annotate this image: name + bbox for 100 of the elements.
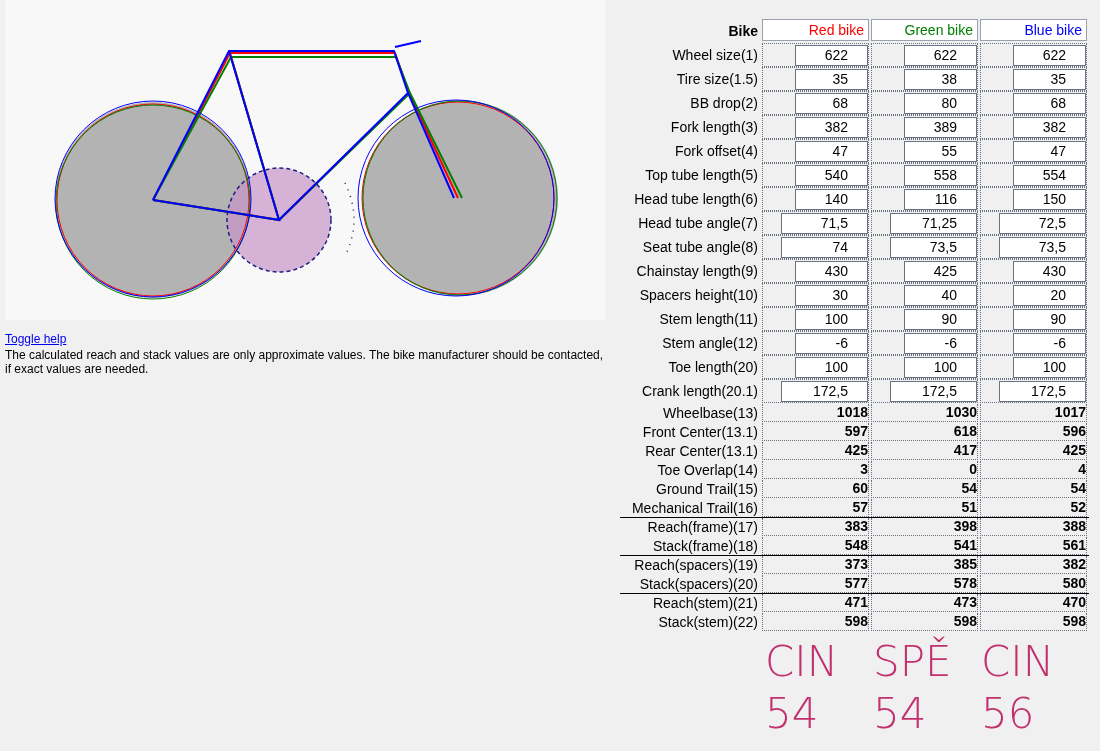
bike-name-field[interactable]: Blue bike (980, 19, 1087, 41)
value-field[interactable]: 140 (795, 188, 868, 210)
result-value: 1030 (871, 404, 978, 422)
value-field[interactable]: 35 (1013, 68, 1086, 90)
row-label: Stem length(11) (658, 309, 759, 329)
value-field[interactable]: 55 (904, 140, 977, 162)
value-field[interactable]: 47 (795, 140, 868, 162)
row-label: Toe Overlap(14) (656, 461, 759, 479)
row-label: Top tube length(5) (644, 165, 759, 185)
value-field[interactable]: 150 (1013, 188, 1086, 210)
value-field[interactable]: 382 (795, 116, 868, 138)
value-field[interactable]: 73,5 (999, 236, 1086, 258)
row-label: Head tube length(6) (633, 189, 759, 209)
row-label: Wheelbase(13) (662, 404, 759, 422)
value-field[interactable]: -6 (904, 332, 977, 354)
toggle-help-link[interactable]: Toggle help (5, 330, 67, 348)
row-label: Reach(spacers)(19) (633, 556, 759, 574)
value-field[interactable]: 38 (904, 68, 977, 90)
value-field[interactable]: 47 (1013, 140, 1086, 162)
value-field[interactable]: 425 (904, 260, 977, 282)
value-field[interactable]: 558 (904, 164, 977, 186)
value-field[interactable]: 430 (1013, 260, 1086, 282)
result-value: 580 (980, 575, 1087, 593)
result-value: 561 (980, 537, 1087, 555)
value-field[interactable]: 90 (1013, 308, 1086, 330)
result-value: 54 (871, 480, 978, 498)
result-value: 618 (871, 423, 978, 441)
row-label: Rear Center(13.1) (644, 442, 759, 460)
row-label: Fork length(3) (669, 117, 759, 137)
handwritten-note: 54 (765, 689, 820, 739)
value-field[interactable]: 622 (1013, 44, 1086, 66)
result-value: 382 (980, 556, 1087, 574)
result-value: 1018 (762, 404, 869, 422)
row-label: Stem angle(12) (661, 333, 759, 353)
value-field[interactable]: 30 (795, 284, 868, 306)
value-field[interactable]: 74 (781, 236, 868, 258)
value-field[interactable]: 172,5 (890, 380, 977, 402)
value-field[interactable]: -6 (795, 332, 868, 354)
row-label: Head tube angle(7) (637, 213, 759, 233)
value-field[interactable]: 68 (795, 92, 868, 114)
value-field[interactable]: 73,5 (890, 236, 977, 258)
value-field[interactable]: 72,5 (999, 212, 1086, 234)
row-label: Stack(frame)(18) (651, 537, 759, 555)
value-field[interactable]: 554 (1013, 164, 1086, 186)
row-label: BB drop(2) (689, 93, 759, 113)
handwritten-note: SPĚ (873, 637, 953, 687)
result-value: 0 (871, 461, 978, 479)
value-field[interactable]: 100 (904, 356, 977, 378)
row-label: Spacers height(10) (638, 285, 759, 305)
result-value: 51 (871, 499, 978, 517)
result-value: 596 (980, 423, 1087, 441)
value-field[interactable]: 382 (1013, 116, 1086, 138)
result-value: 597 (762, 423, 869, 441)
result-value: 473 (871, 594, 978, 612)
value-field[interactable]: 100 (795, 356, 868, 378)
result-value: 598 (980, 613, 1087, 631)
row-label: Mechanical Trail(16) (630, 499, 759, 517)
result-value: 598 (762, 613, 869, 631)
value-field[interactable]: 389 (904, 116, 977, 138)
value-field[interactable]: 540 (795, 164, 868, 186)
row-label: Ground Trail(15) (655, 480, 759, 498)
value-field[interactable]: 430 (795, 260, 868, 282)
value-field[interactable]: 90 (904, 308, 977, 330)
value-field[interactable]: 20 (1013, 284, 1086, 306)
result-value: 417 (871, 442, 978, 460)
bike-name-field[interactable]: Green bike (871, 19, 978, 41)
value-field[interactable]: 71,25 (890, 212, 977, 234)
value-field[interactable]: 172,5 (999, 380, 1086, 402)
handwritten-note: 56 (981, 689, 1036, 739)
row-label: Reach(frame)(17) (646, 518, 759, 536)
row-label: Stack(spacers)(20) (638, 575, 759, 593)
value-field[interactable]: 80 (904, 92, 977, 114)
value-field[interactable]: 68 (1013, 92, 1086, 114)
value-field[interactable]: 116 (904, 188, 977, 210)
result-value: 541 (871, 537, 978, 555)
row-label: Crank length(20.1) (641, 381, 759, 401)
value-field[interactable]: 622 (795, 44, 868, 66)
result-value: 471 (762, 594, 869, 612)
row-label: Front Center(13.1) (641, 423, 759, 441)
value-field[interactable]: 100 (1013, 356, 1086, 378)
value-field[interactable]: 35 (795, 68, 868, 90)
bike-name-field[interactable]: Red bike (762, 19, 869, 41)
result-value: 385 (871, 556, 978, 574)
result-value: 373 (762, 556, 869, 574)
value-field[interactable]: -6 (1013, 332, 1086, 354)
row-label: Tire size(1.5) (675, 69, 759, 89)
value-field[interactable]: 71,5 (781, 212, 868, 234)
row-label: Chainstay length(9) (635, 261, 759, 281)
value-field[interactable]: 100 (795, 308, 868, 330)
value-field[interactable]: 622 (904, 44, 977, 66)
value-field[interactable]: 172,5 (781, 380, 868, 402)
row-label: Reach(stem)(21) (651, 594, 759, 612)
result-value: 4 (980, 461, 1087, 479)
row-label: Stack(stem)(22) (657, 613, 759, 631)
column-label: Bike (727, 21, 759, 41)
row-label: Wheel size(1) (671, 45, 759, 65)
result-value: 548 (762, 537, 869, 555)
result-value: 425 (980, 442, 1087, 460)
value-field[interactable]: 40 (904, 284, 977, 306)
help-text: The calculated reach and stack values are only approximate values. The bike manufacturer should be contacted, if exact values are needed. (5, 348, 605, 376)
